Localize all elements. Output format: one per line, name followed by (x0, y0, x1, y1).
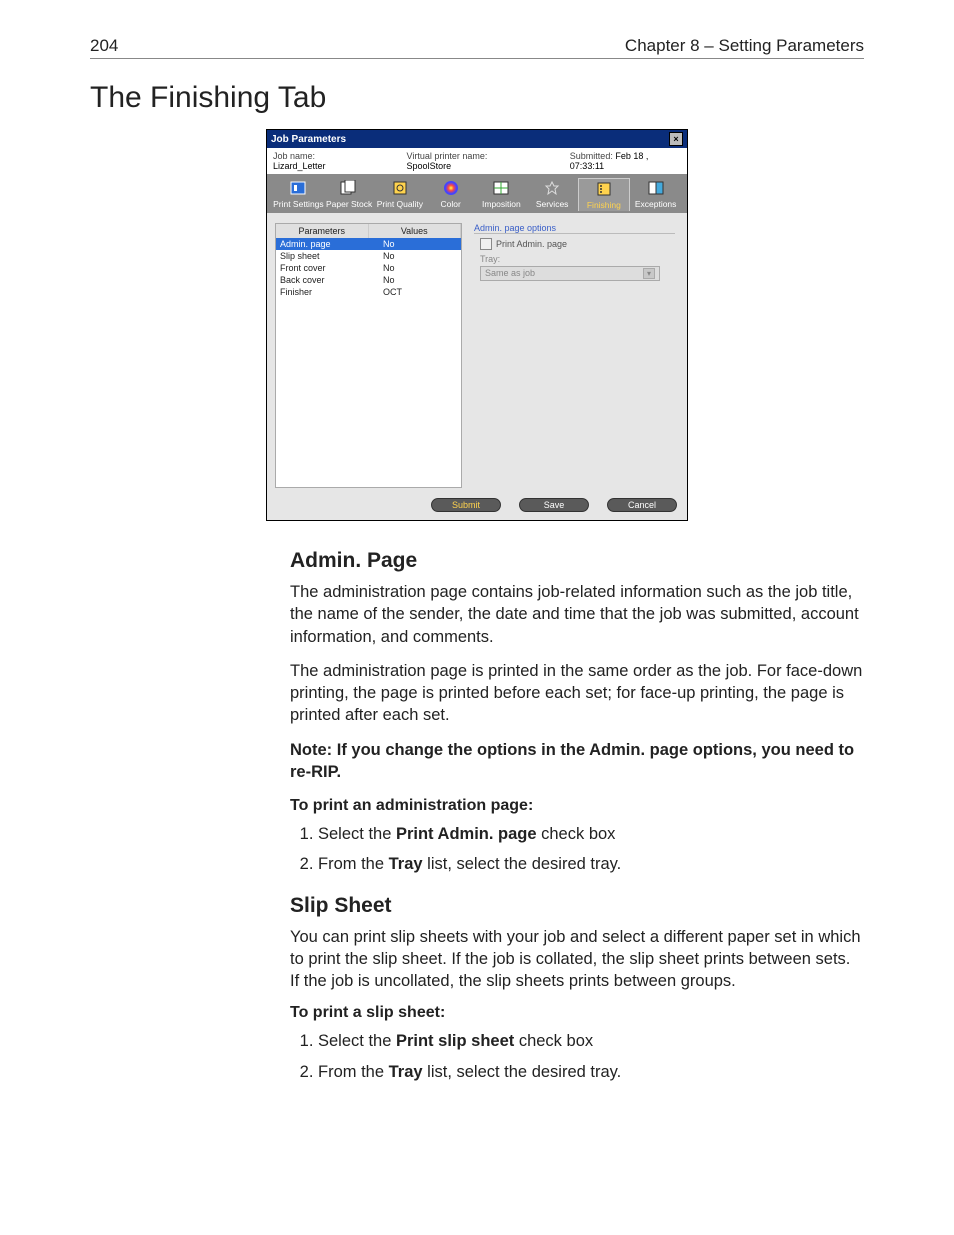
dialog-title: Job Parameters (271, 134, 346, 145)
page-header: 204 Chapter 8 – Setting Parameters (90, 36, 864, 59)
dialog-footer: Submit Save Cancel (267, 492, 687, 520)
list-item: From the Tray list, select the desired t… (318, 1061, 864, 1083)
cancel-button[interactable]: Cancel (607, 498, 677, 512)
tab-paper-stock[interactable]: Paper Stock (324, 178, 375, 211)
dialog-infobar: Job name: Lizard_Letter Virtual printer … (267, 148, 687, 174)
param-row-finisher[interactable]: FinisherOCT (276, 286, 461, 298)
finishing-icon (593, 180, 615, 198)
list-item: Select the Print slip sheet check box (318, 1030, 864, 1052)
services-icon (541, 179, 563, 197)
tab-finishing[interactable]: Finishing (578, 178, 631, 211)
tab-print-settings[interactable]: Print Settings (273, 178, 324, 211)
submit-button[interactable]: Submit (431, 498, 501, 512)
admin-para2: The administration page is printed in th… (290, 660, 864, 727)
imposition-icon (490, 179, 512, 197)
col-parameters: Parameters (276, 224, 369, 238)
list-item: Select the Print Admin. page check box (318, 823, 864, 845)
parameters-panel: Parameters Values Admin. pageNo Slip she… (275, 223, 462, 488)
list-item: From the Tray list, select the desired t… (318, 853, 864, 875)
options-title: Admin. page options (474, 223, 675, 234)
tab-color[interactable]: Color (425, 178, 476, 211)
print-settings-icon (287, 179, 309, 197)
job-parameters-dialog: Job Parameters × Job name: Lizard_Letter… (266, 129, 688, 521)
admin-para1: The administration page contains job-rel… (290, 581, 864, 648)
admin-page-heading: Admin. Page (290, 549, 864, 573)
tray-select[interactable]: Same as job ▾ (480, 266, 660, 281)
options-panel: Admin. page options Print Admin. page Tr… (470, 223, 679, 488)
tab-exceptions[interactable]: Exceptions (630, 178, 681, 211)
tab-services[interactable]: Services (527, 178, 578, 211)
col-values: Values (369, 224, 462, 238)
admin-steps: Select the Print Admin. page check box F… (290, 823, 864, 876)
param-row-front-cover[interactable]: Front coverNo (276, 262, 461, 274)
dialog-titlebar: Job Parameters × (267, 130, 687, 148)
job-name: Lizard_Letter (273, 161, 326, 171)
param-row-slip-sheet[interactable]: Slip sheetNo (276, 250, 461, 262)
slip-sheet-heading: Slip Sheet (290, 894, 864, 918)
print-quality-icon (389, 179, 411, 197)
slip-subhead: To print a slip sheet: (290, 1004, 864, 1022)
param-row-back-cover[interactable]: Back coverNo (276, 274, 461, 286)
save-button[interactable]: Save (519, 498, 589, 512)
param-row-admin-page[interactable]: Admin. pageNo (276, 238, 461, 250)
tab-row: Print Settings Paper Stock Print Quality… (267, 174, 687, 213)
close-icon[interactable]: × (669, 132, 683, 146)
exceptions-icon (645, 179, 667, 197)
admin-subhead: To print an administration page: (290, 797, 864, 815)
tray-label: Tray: (480, 254, 675, 264)
admin-note: Note: If you change the options in the A… (290, 739, 864, 784)
paper-stock-icon (338, 179, 360, 197)
tab-imposition[interactable]: Imposition (476, 178, 527, 211)
chevron-updown-icon: ▾ (643, 268, 655, 279)
checkbox-icon (480, 238, 492, 250)
page-number: 204 (90, 36, 118, 56)
chapter-title: Chapter 8 – Setting Parameters (625, 36, 864, 56)
slip-para: You can print slip sheets with your job … (290, 926, 864, 993)
page-title: The Finishing Tab (90, 81, 864, 115)
slip-steps: Select the Print slip sheet check box Fr… (290, 1030, 864, 1083)
virtual-printer-name: SpoolStore (407, 161, 452, 171)
tab-print-quality[interactable]: Print Quality (375, 178, 426, 211)
print-admin-page-checkbox[interactable]: Print Admin. page (480, 238, 675, 250)
color-icon (440, 179, 462, 197)
